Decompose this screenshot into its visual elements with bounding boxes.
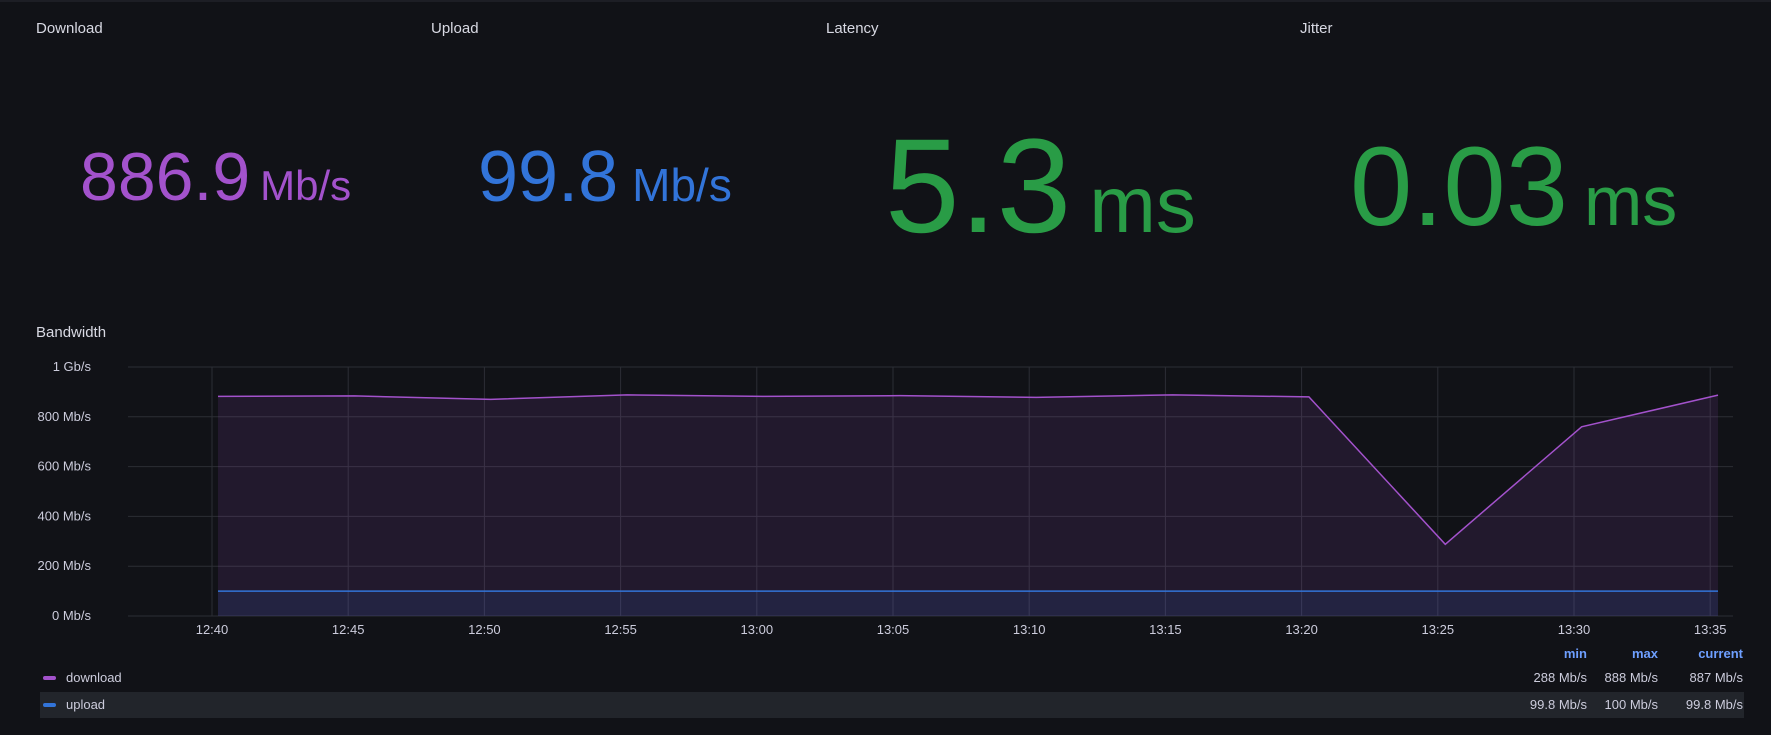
legend-header-current: current	[1698, 646, 1743, 661]
x-tick-label: 13:20	[1285, 622, 1318, 637]
legend-header-max: max	[1631, 646, 1658, 661]
x-tick-label: 12:45	[332, 622, 365, 637]
upload-swatch-icon	[43, 703, 56, 707]
x-tick-label: 13:10	[1013, 622, 1046, 637]
y-tick-label: 600 Mb/s	[38, 459, 92, 474]
y-tick-label: 0 Mb/s	[52, 608, 92, 623]
legend-header-min: min	[1563, 646, 1587, 661]
y-tick-label: 200 Mb/s	[38, 558, 92, 573]
legend-current: 99.8 Mb/s	[1685, 697, 1743, 712]
download-swatch-icon	[43, 676, 56, 680]
legend-min: 288 Mb/s	[1533, 670, 1587, 685]
x-tick-label: 13:05	[877, 622, 910, 637]
x-tick-label: 13:30	[1558, 622, 1591, 637]
legend-current: 887 Mb/s	[1689, 670, 1743, 685]
x-tick-label: 12:50	[468, 622, 501, 637]
y-tick-label: 1 Gb/s	[53, 359, 92, 374]
x-tick-label: 13:25	[1422, 622, 1455, 637]
legend-min: 99.8 Mb/s	[1529, 697, 1587, 712]
legend-max: 888 Mb/s	[1604, 670, 1658, 685]
legend-row-download[interactable]: download 288 Mb/s 888 Mb/s 887 Mb/s	[40, 665, 1744, 691]
legend-row-upload[interactable]: upload 99.8 Mb/s 100 Mb/s 99.8 Mb/s	[40, 692, 1744, 718]
x-tick-label: 12:40	[196, 622, 229, 637]
bandwidth-chart: 0 Mb/s 200 Mb/s 400 Mb/s 600 Mb/s 800 Mb/s 1 …	[38, 359, 1733, 637]
legend-series-name[interactable]: upload	[66, 697, 105, 712]
y-tick-label: 400 Mb/s	[38, 508, 92, 523]
x-tick-label: 13:35	[1694, 622, 1727, 637]
upload-area	[218, 591, 1718, 616]
x-tick-label: 12:55	[604, 622, 637, 637]
legend-max: 100 Mb/s	[1604, 697, 1658, 712]
y-tick-label: 800 Mb/s	[38, 409, 92, 424]
x-tick-label: 13:15	[1149, 622, 1182, 637]
download-area	[218, 394, 1718, 616]
x-tick-label: 13:00	[741, 622, 774, 637]
legend-series-name[interactable]: download	[66, 670, 122, 685]
